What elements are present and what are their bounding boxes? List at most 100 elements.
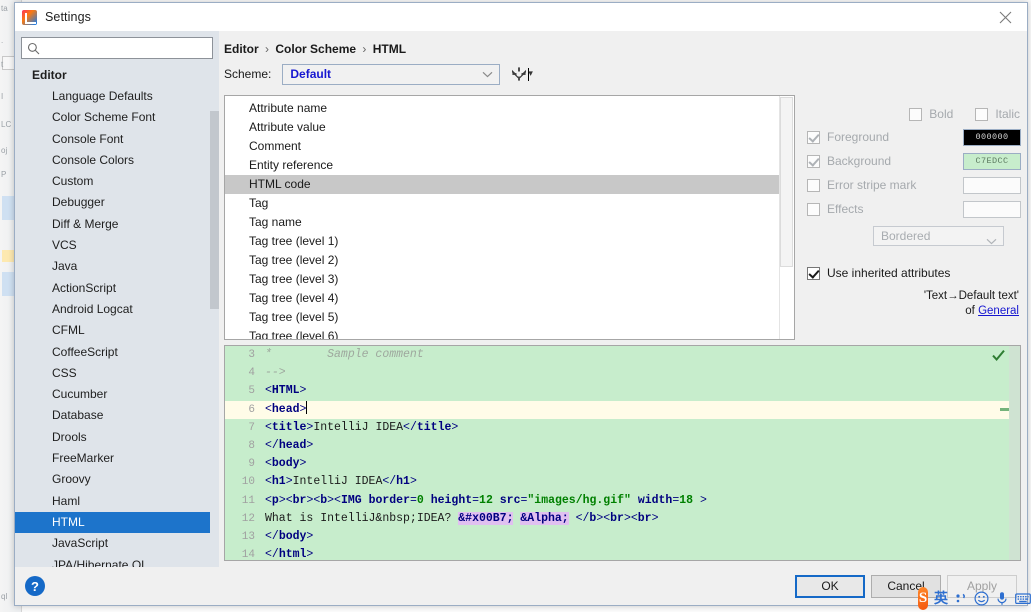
color-item-html-code[interactable]: HTML code: [225, 175, 794, 195]
sidebar-item-custom[interactable]: Custom: [15, 171, 219, 192]
use-inherited-row[interactable]: Use inherited attributes: [807, 266, 1021, 280]
code-token: height: [430, 493, 473, 507]
sidebar-scrollbar-thumb[interactable]: [210, 111, 219, 309]
sidebar-item-javascript[interactable]: JavaScript: [15, 533, 219, 554]
sidebar-item-css[interactable]: CSS: [15, 363, 219, 384]
sidebar-item-html[interactable]: HTML: [15, 511, 219, 534]
close-icon[interactable]: [983, 3, 1027, 31]
code-line[interactable]: 5 <HTML>: [225, 382, 1020, 400]
sidebar-item-console-colors[interactable]: Console Colors: [15, 150, 219, 171]
code-token: br: [292, 493, 307, 507]
foreground-color-swatch[interactable]: 000000: [963, 128, 1021, 146]
color-item-tag-tree-level-3[interactable]: Tag tree (level 3): [225, 270, 794, 289]
sidebar-item-console-font[interactable]: Console Font: [15, 129, 219, 150]
use-inherited-checkbox[interactable]: [807, 266, 820, 280]
ok-button[interactable]: OK: [795, 574, 865, 598]
error-stripe-checkbox[interactable]: [807, 178, 820, 192]
code-line[interactable]: 10 <h1>IntelliJ IDEA</h1>: [225, 473, 1020, 491]
code-token: <: [265, 493, 272, 507]
search-box[interactable]: [21, 37, 213, 59]
code-preview[interactable]: 3 * Sample comment 4 --> 5 <HTML> 6 <head> 7 <tit…: [224, 345, 1021, 562]
sidebar-item-vcs[interactable]: VCS: [15, 235, 219, 256]
code-line[interactable]: 8 </head>: [225, 437, 1020, 455]
color-settings-list[interactable]: Attribute name Attribute value Comment Enti…: [224, 95, 795, 341]
sidebar-item-cfml[interactable]: CFML: [15, 320, 219, 341]
code-token: >: [451, 420, 459, 434]
gear-icon[interactable]: ▾: [512, 67, 533, 81]
color-item-tag-tree-level-5[interactable]: Tag tree (level 5): [225, 308, 794, 327]
color-item-tag-tree-level-2[interactable]: Tag tree (level 2): [225, 251, 794, 270]
code-token: p: [271, 493, 279, 507]
general-link[interactable]: General: [978, 305, 1019, 317]
effects-checkbox[interactable]: [807, 202, 820, 216]
sogou-logo-icon[interactable]: S: [918, 586, 928, 610]
ime-language-toggle[interactable]: 英: [934, 588, 948, 608]
sidebar-item-actionscript[interactable]: ActionScript: [15, 278, 219, 299]
bold-checkbox[interactable]: [909, 107, 923, 121]
code-line[interactable]: 4 -->: [225, 364, 1020, 382]
error-stripe-color-swatch[interactable]: [963, 176, 1021, 194]
code-line[interactable]: 14 </html>: [225, 546, 1020, 560]
code-line[interactable]: 9 <body>: [225, 455, 1020, 473]
sidebar-item-android-logcat[interactable]: Android Logcat: [15, 299, 219, 320]
color-item-entity-reference[interactable]: Entity reference: [225, 156, 794, 175]
smiley-icon[interactable]: [974, 590, 989, 606]
sidebar-item-debugger[interactable]: Debugger: [15, 192, 219, 213]
sidebar-group-editor[interactable]: Editor: [15, 65, 219, 86]
code-line[interactable]: 6 <head>: [225, 400, 1020, 419]
green-check-icon: [992, 349, 1005, 366]
code-token: * Sample comment: [265, 348, 424, 362]
help-button[interactable]: ?: [25, 576, 45, 596]
microphone-icon[interactable]: [995, 591, 1009, 606]
sidebar-scrollbar[interactable]: [210, 65, 219, 567]
sidebar-item-haml[interactable]: Haml: [15, 491, 219, 512]
settings-tree[interactable]: Editor Language Defaults Color Scheme Fon…: [15, 65, 219, 567]
foreground-checkbox[interactable]: [807, 130, 820, 144]
preview-scrollbar[interactable]: [1009, 346, 1020, 561]
background-label: Background: [827, 154, 892, 169]
scheme-dropdown[interactable]: Default: [282, 63, 501, 85]
settings-sidebar: Editor Language Defaults Color Scheme Fon…: [15, 31, 219, 567]
color-item-attribute-name[interactable]: Attribute name: [225, 99, 794, 118]
scheme-value: Default: [290, 67, 332, 82]
color-item-attribute-value[interactable]: Attribute value: [225, 118, 794, 137]
color-item-tag-tree-level-1[interactable]: Tag tree (level 1): [225, 232, 794, 251]
sidebar-item-drools[interactable]: Drools: [15, 427, 219, 448]
code-line[interactable]: 11 <p><br><b><IMG border=0 height=12 src=…: [225, 492, 1020, 510]
sidebar-item-jpa-hibernate-ql[interactable]: JPA/Hibernate QL: [15, 555, 219, 567]
color-item-tag-tree-level-4[interactable]: Tag tree (level 4): [225, 289, 794, 308]
background-checkbox[interactable]: [807, 154, 820, 168]
code-line[interactable]: 3 * Sample comment: [225, 346, 1020, 364]
color-item-tag-tree-level-6[interactable]: Tag tree (level 6): [225, 327, 794, 339]
sidebar-item-java[interactable]: Java: [15, 256, 219, 277]
ime-toolbar[interactable]: S 英: [916, 584, 1031, 612]
bold-option[interactable]: Bold: [909, 107, 953, 121]
sidebar-item-groovy[interactable]: Groovy: [15, 469, 219, 490]
background-color-swatch[interactable]: C7EDCC: [963, 152, 1021, 170]
color-list-scrollbar-thumb[interactable]: [780, 97, 793, 268]
italic-option[interactable]: Italic: [975, 107, 1020, 121]
sidebar-item-freemarker[interactable]: FreeMarker: [15, 448, 219, 469]
code-line[interactable]: 13 </body>: [225, 528, 1020, 546]
sidebar-item-database[interactable]: Database: [15, 405, 219, 426]
code-token: IMG: [340, 493, 369, 507]
italic-checkbox[interactable]: [975, 107, 989, 121]
code-token: >: [285, 475, 293, 489]
sidebar-item-language-defaults[interactable]: Language Defaults: [15, 86, 219, 107]
color-item-comment[interactable]: Comment: [225, 137, 794, 156]
sidebar-item-coffeescript[interactable]: CoffeeScript: [15, 342, 219, 363]
keyboard-icon[interactable]: [1015, 592, 1031, 605]
code-line[interactable]: 7 <title>IntelliJ IDEA</title>: [225, 419, 1020, 437]
color-item-tag[interactable]: Tag: [225, 194, 794, 213]
color-list-scrollbar[interactable]: [779, 96, 794, 340]
sidebar-item-diff-merge[interactable]: Diff & Merge: [15, 214, 219, 235]
effects-color-swatch[interactable]: [963, 200, 1021, 218]
sidebar-item-color-scheme-font[interactable]: Color Scheme Font: [15, 107, 219, 128]
effects-type-dropdown[interactable]: Bordered: [873, 226, 1004, 247]
punctuation-icon[interactable]: [954, 591, 968, 605]
code-line[interactable]: 12 What is IntelliJ&nbsp;IDEA? &#x00B7; &…: [225, 510, 1020, 528]
search-input[interactable]: [44, 41, 207, 55]
color-item-tag-name[interactable]: Tag name: [225, 213, 794, 232]
error-stripe-label: Error stripe mark: [827, 178, 917, 193]
sidebar-item-cucumber[interactable]: Cucumber: [15, 384, 219, 405]
